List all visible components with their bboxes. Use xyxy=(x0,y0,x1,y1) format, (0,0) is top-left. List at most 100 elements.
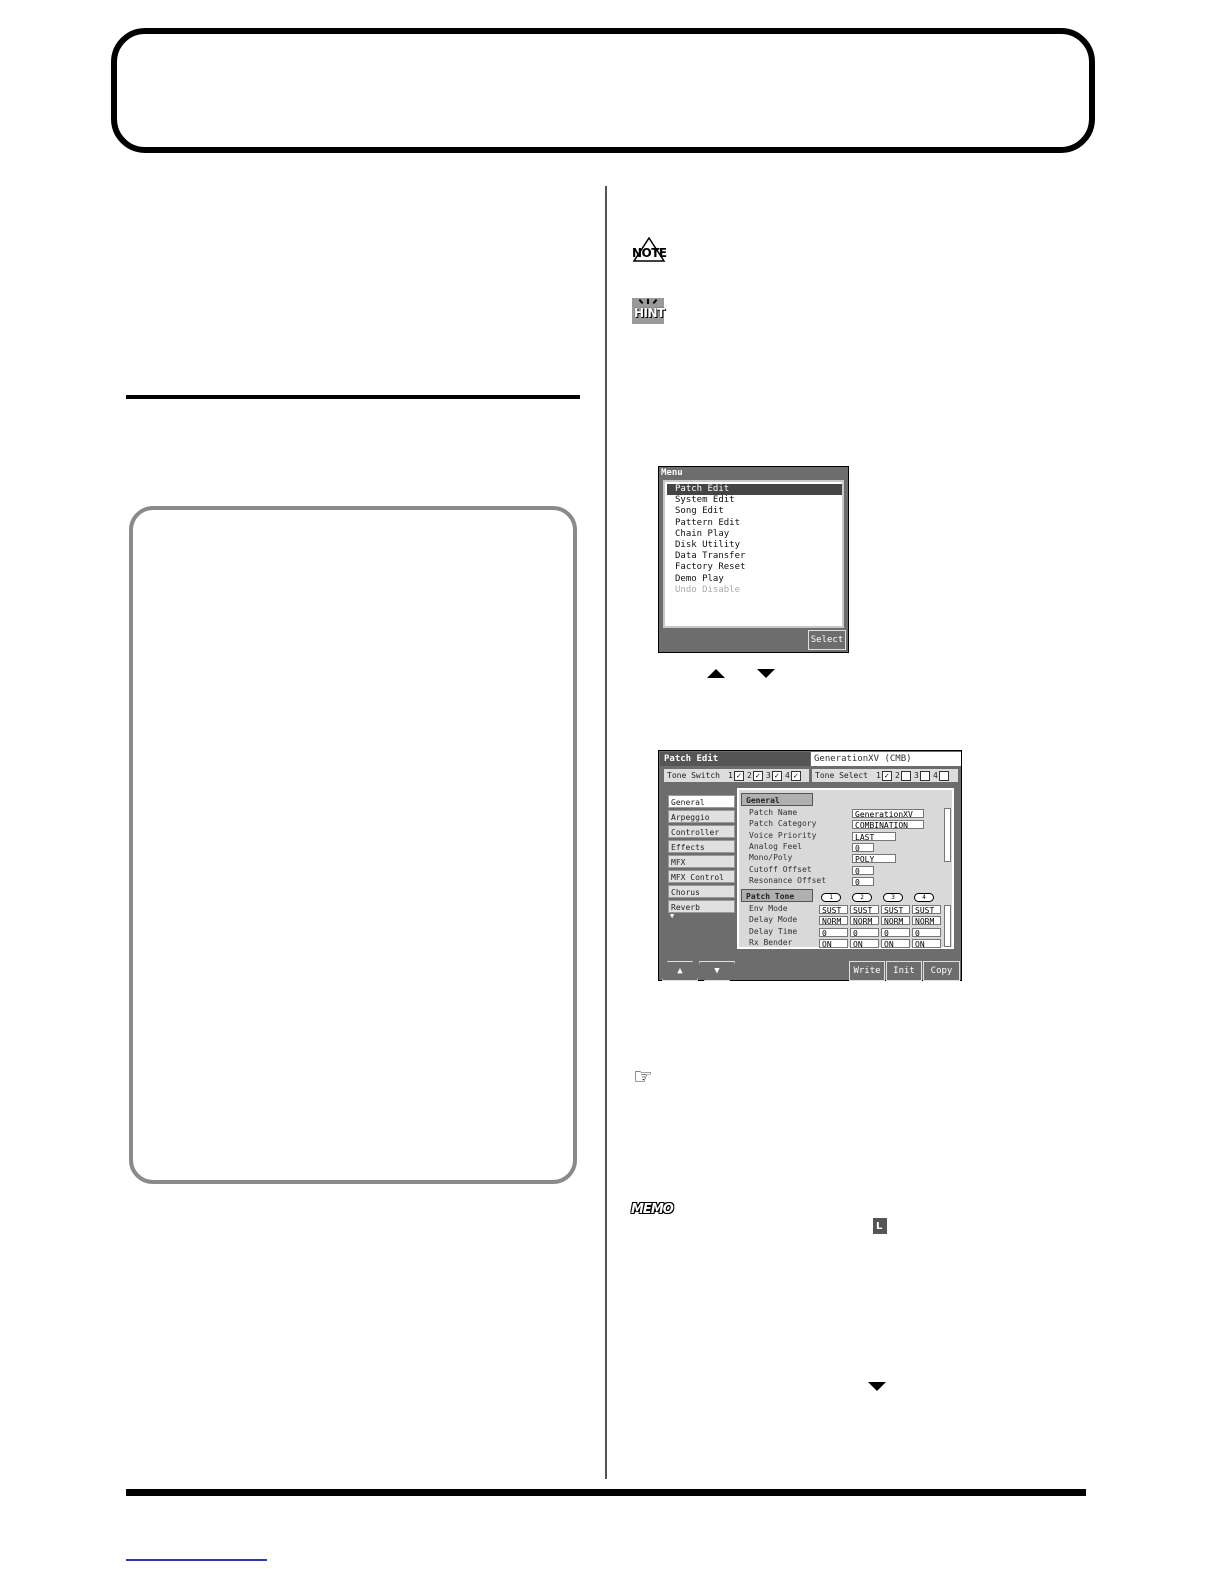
tone-param-value[interactable]: SUST xyxy=(881,905,910,915)
tone-param-value[interactable]: SUST xyxy=(912,905,941,915)
param-value[interactable]: GenerationXV xyxy=(852,809,924,819)
param-value[interactable]: LAST xyxy=(852,831,896,842)
menu-item[interactable]: Demo Play xyxy=(667,574,842,585)
select-button[interactable]: Select xyxy=(808,630,846,650)
tone-scrollbar[interactable] xyxy=(944,905,951,947)
tone-switch-checkbox[interactable]: ✓ xyxy=(733,770,744,781)
tab-reverb[interactable]: Reverb xyxy=(668,900,735,913)
tone-param-label: Delay Time xyxy=(749,926,798,936)
tone-switch-checkbox[interactable]: ✓ xyxy=(752,770,763,781)
menu-screen: Menu Patch Edit System Edit Song Edit Patte… xyxy=(658,466,849,653)
menu-item[interactable]: Data Transfer xyxy=(667,551,842,562)
tone-select-item[interactable]: 3 xyxy=(914,769,930,782)
tone-switch-row: Tone Switch 1 ✓ 2 ✓ 3 ✓ 4 ✓ xyxy=(664,769,809,782)
memo-icon-label: MEMO xyxy=(631,1202,674,1217)
tone-switch-item[interactable]: 3 ✓ xyxy=(766,769,782,782)
tone-param-label: Rx Bender xyxy=(749,937,793,947)
tone-param-value[interactable]: SUST xyxy=(850,905,879,915)
menu-title: Menu xyxy=(661,468,683,478)
general-parameter-panel: General Patch Tone Patch Name GenerationX… xyxy=(737,788,954,949)
tone-select-number: 2 xyxy=(895,771,900,780)
tone-param-value[interactable]: ON xyxy=(850,938,879,949)
more-tabs-arrow-icon[interactable]: ▼ xyxy=(670,912,674,920)
write-button[interactable]: Write xyxy=(849,961,885,981)
menu-item[interactable]: Patch Edit xyxy=(667,484,842,495)
param-label: Analog Feel xyxy=(749,841,802,851)
tone-param-value[interactable]: 0 xyxy=(881,927,910,938)
hint-icon-label: HINT xyxy=(634,306,665,320)
tone-select-checkbox[interactable] xyxy=(919,770,930,781)
param-label: Voice Priority xyxy=(749,830,817,840)
tone-select-checkbox[interactable]: ✓ xyxy=(881,770,892,781)
page-up-button[interactable]: ▲ xyxy=(662,961,698,981)
tone-select-item[interactable]: 2 xyxy=(895,769,911,782)
tab-arpeggio[interactable]: Arpeggio xyxy=(668,810,735,823)
menu-item[interactable]: Pattern Edit xyxy=(667,518,842,529)
param-value[interactable]: 0 xyxy=(852,876,874,887)
footer-link[interactable] xyxy=(126,1559,267,1561)
tone-select-checkbox[interactable] xyxy=(900,770,911,781)
l-key-icon: L xyxy=(873,1218,887,1234)
menu-item[interactable]: Song Edit xyxy=(667,506,842,517)
memo-icon: MEMO xyxy=(631,1198,675,1217)
general-header: General xyxy=(741,793,813,806)
param-value[interactable]: POLY xyxy=(852,854,896,864)
note-icon-label: NOTE xyxy=(632,246,667,260)
tone-number-icon: 1 xyxy=(821,893,841,902)
tab-chorus[interactable]: Chorus xyxy=(668,885,735,898)
current-patch-name: GenerationXV (CMB) xyxy=(811,752,961,766)
section-heading-rule xyxy=(126,395,580,399)
tab-effects[interactable]: Effects xyxy=(668,840,735,853)
tone-switch-checkbox[interactable]: ✓ xyxy=(790,770,801,781)
init-button[interactable]: Init xyxy=(886,961,922,981)
param-value[interactable]: 0 xyxy=(852,842,874,853)
param-value[interactable]: 0 xyxy=(852,865,874,876)
general-scrollbar[interactable] xyxy=(944,808,951,862)
tone-param-value[interactable]: NORM xyxy=(881,916,910,926)
tone-param-value[interactable]: SUST xyxy=(819,905,848,915)
tone-switch-item[interactable]: 2 ✓ xyxy=(747,769,763,782)
tone-param-label: Env Mode xyxy=(749,904,788,913)
param-label: Cutoff Offset xyxy=(749,864,812,874)
menu-item[interactable]: System Edit xyxy=(667,495,842,506)
tone-switch-number: 3 xyxy=(766,771,771,780)
patch-edit-screen: Patch Edit GenerationXV (CMB) Tone Switc… xyxy=(658,750,962,981)
tab-mfx-control[interactable]: MFX Control xyxy=(668,870,735,883)
tone-switch-item[interactable]: 1 ✓ xyxy=(728,769,744,782)
page-down-button[interactable]: ▼ xyxy=(699,961,735,981)
tone-param-value[interactable]: NORM xyxy=(850,916,879,926)
menu-list: Patch Edit System Edit Song Edit Pattern Ed… xyxy=(663,480,844,628)
tone-param-value[interactable]: ON xyxy=(912,938,941,949)
menu-item[interactable]: Factory Reset xyxy=(667,562,842,573)
tone-param-value[interactable]: NORM xyxy=(912,916,941,926)
cursor-down-icon xyxy=(868,1382,886,1391)
tone-select-number: 1 xyxy=(876,771,881,780)
pointing-hand-icon: ☞ xyxy=(633,1065,653,1090)
tab-mfx[interactable]: MFX xyxy=(668,855,735,868)
tone-param-value[interactable]: NORM xyxy=(819,916,848,926)
param-value[interactable]: COMBINATION xyxy=(852,820,924,830)
tab-controller[interactable]: Controller xyxy=(668,825,735,838)
tab-general[interactable]: General xyxy=(668,795,735,808)
tone-param-value[interactable]: ON xyxy=(819,938,848,949)
tone-select-item[interactable]: 4 xyxy=(933,769,949,782)
tone-param-value[interactable]: ON xyxy=(881,938,910,949)
tone-switch-number: 1 xyxy=(728,771,733,780)
tone-select-row: Tone Select 1 ✓ 2 3 4 xyxy=(812,769,958,782)
tone-switch-item[interactable]: 4 ✓ xyxy=(785,769,801,782)
patch-edit-title: Patch Edit xyxy=(660,752,810,766)
menu-item[interactable]: Disk Utility xyxy=(667,540,842,551)
tone-param-value[interactable]: 0 xyxy=(912,927,941,938)
tone-number-icon: 3 xyxy=(883,893,903,902)
param-label: Mono/Poly xyxy=(749,853,793,863)
tone-param-value[interactable]: 0 xyxy=(819,927,848,938)
param-label: Patch Name xyxy=(749,808,798,817)
tone-select-item[interactable]: 1 ✓ xyxy=(876,769,892,782)
tone-number-icon: 4 xyxy=(914,893,934,902)
copy-button[interactable]: Copy xyxy=(923,961,960,981)
tone-select-checkbox[interactable] xyxy=(938,770,949,781)
tone-switch-checkbox[interactable]: ✓ xyxy=(771,770,782,781)
menu-item[interactable]: Chain Play xyxy=(667,529,842,540)
tone-param-value[interactable]: 0 xyxy=(850,927,879,938)
column-divider xyxy=(605,186,607,1479)
